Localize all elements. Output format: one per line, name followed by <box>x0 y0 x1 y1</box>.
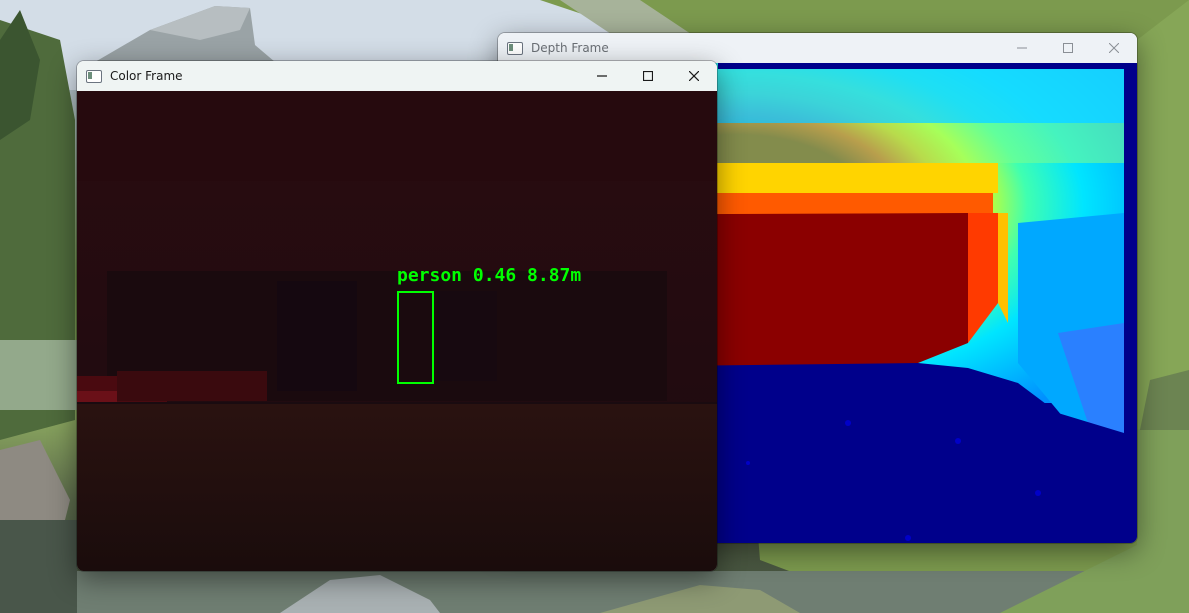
minimize-icon <box>1017 47 1027 49</box>
minimize-icon <box>597 75 607 77</box>
color-frame-titlebar[interactable]: Color Frame <box>77 61 717 91</box>
color-minimize-button[interactable] <box>579 61 625 91</box>
color-frame-window[interactable]: Color Frame person 0.46 8.87m <box>77 61 717 571</box>
detection-bounding-box <box>397 291 434 384</box>
depth-minimize-button[interactable] <box>999 33 1045 63</box>
app-window-icon <box>507 41 523 55</box>
color-maximize-button[interactable] <box>625 61 671 91</box>
depth-frame-titlebar[interactable]: Depth Frame <box>498 33 1137 63</box>
depth-close-button[interactable] <box>1091 33 1137 63</box>
color-close-button[interactable] <box>671 61 717 91</box>
depth-maximize-button[interactable] <box>1045 33 1091 63</box>
color-frame-image: person 0.46 8.87m <box>77 91 717 571</box>
color-frame-title: Color Frame <box>110 69 183 83</box>
maximize-icon <box>643 71 653 81</box>
maximize-icon <box>1063 43 1073 53</box>
app-window-icon <box>86 69 102 83</box>
close-icon <box>1109 43 1119 53</box>
depth-frame-title: Depth Frame <box>531 41 609 55</box>
close-icon <box>689 71 699 81</box>
detection-label: person 0.46 8.87m <box>397 265 582 286</box>
